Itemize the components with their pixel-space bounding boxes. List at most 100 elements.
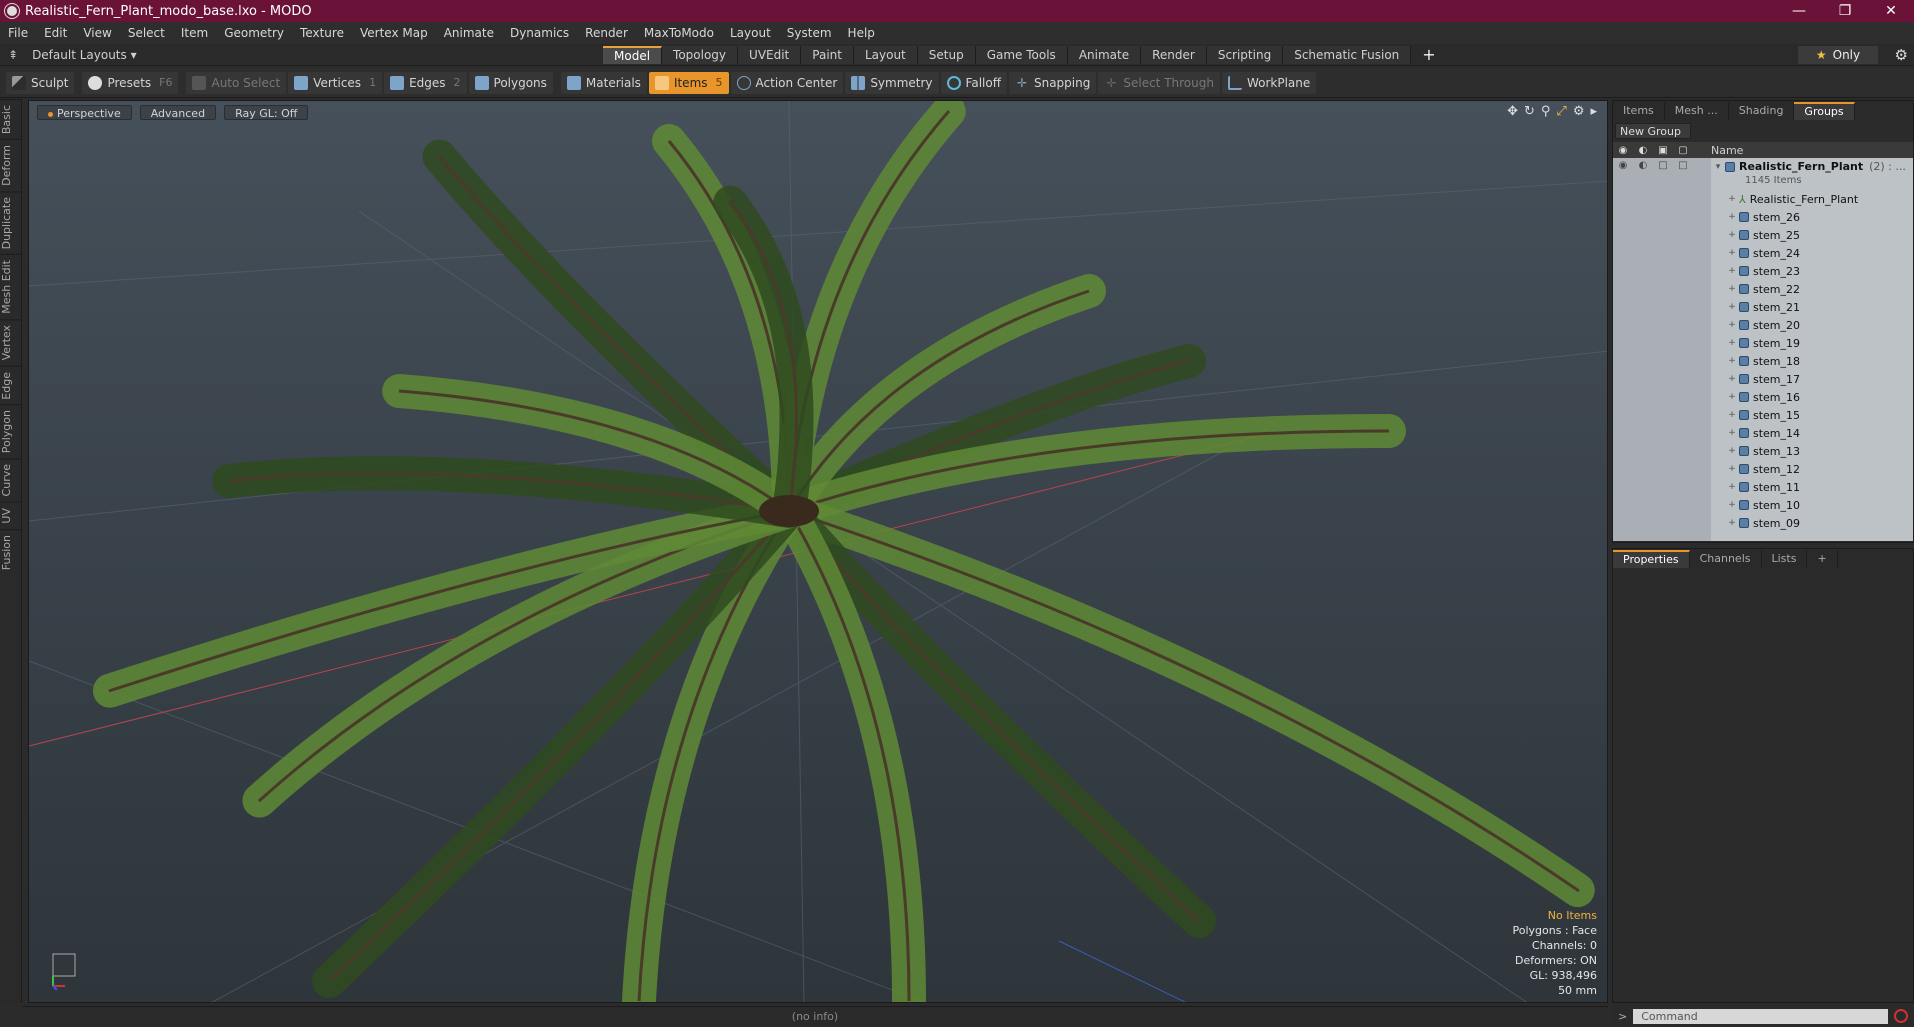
presets-button[interactable]: Presets F6 (82, 71, 179, 94)
group-eye-icon[interactable]: ◉ (1613, 160, 1633, 171)
tab-groups[interactable]: Groups (1794, 102, 1855, 120)
rotate-icon[interactable]: ↻ (1524, 104, 1535, 119)
mesh-item-row[interactable]: + stem_15 (1613, 406, 1913, 424)
expand-icon[interactable]: + (1725, 302, 1739, 312)
select-icon[interactable]: ▢ (1673, 145, 1693, 156)
expand-icon[interactable]: + (1725, 410, 1739, 420)
shading-button[interactable]: Advanced (139, 105, 217, 120)
menu-view[interactable]: View (75, 22, 119, 44)
close-button[interactable]: ✕ (1868, 0, 1914, 22)
fit-icon[interactable]: ⤢ (1556, 104, 1566, 119)
mesh-item-row[interactable]: + stem_21 (1613, 298, 1913, 316)
mesh-item-row[interactable]: + stem_22 (1613, 280, 1913, 298)
tab-animate[interactable]: Animate (1067, 46, 1142, 64)
vertices-button[interactable]: Vertices 1 (288, 71, 383, 94)
menu-animate[interactable]: Animate (436, 22, 502, 44)
group-lock-icon[interactable]: □ (1653, 160, 1673, 171)
mesh-item-row[interactable]: + stem_11 (1613, 478, 1913, 496)
3d-viewport[interactable]: Perspective Advanced Ray GL: Off ✥ ↻ ⚲ ⤢… (28, 100, 1608, 1003)
tab-render[interactable]: Render (1141, 46, 1207, 64)
add-panel-tab-icon[interactable]: + (1807, 550, 1838, 568)
menu-help[interactable]: Help (840, 22, 883, 44)
tab-topology[interactable]: Topology (662, 46, 739, 64)
expand-icon[interactable]: + (1725, 212, 1739, 222)
sculpt-button[interactable]: Sculpt (6, 71, 75, 94)
name-column-header[interactable]: Name (1711, 144, 1743, 157)
viewport-expand-icon[interactable]: ▸ (1590, 104, 1597, 119)
symmetry-button[interactable]: Symmetry (845, 71, 939, 94)
tab-lists[interactable]: Lists (1762, 550, 1808, 568)
maximize-button[interactable]: ❐ (1822, 0, 1868, 22)
render-icon[interactable]: ◐ (1633, 145, 1653, 156)
record-macro-icon[interactable] (1894, 1009, 1908, 1023)
gear-icon[interactable]: ⚙ (1895, 46, 1908, 64)
menu-maxtomodo[interactable]: MaxToModo (636, 22, 722, 44)
tab-items[interactable]: Items (1613, 102, 1665, 120)
polygons-button[interactable]: Polygons (468, 71, 553, 94)
action-center-button[interactable]: Action Center (730, 71, 844, 94)
group-render-icon[interactable]: ◐ (1633, 160, 1653, 171)
expand-icon[interactable]: + (1725, 248, 1739, 258)
menu-system[interactable]: System (779, 22, 840, 44)
mesh-item-row[interactable]: + stem_10 (1613, 496, 1913, 514)
menu-select[interactable]: Select (120, 22, 173, 44)
menu-texture[interactable]: Texture (292, 22, 352, 44)
eye-icon[interactable]: ◉ (1613, 145, 1633, 156)
group-row[interactable]: ◉ ◐ □ □ ▾ Realistic_Fern_Plant (2) : ... 1145… (1613, 158, 1913, 190)
menu-item[interactable]: Item (173, 22, 216, 44)
zoom-icon[interactable]: ⚲ (1541, 104, 1551, 119)
pan-icon[interactable]: ✥ (1507, 104, 1518, 119)
mesh-item-row[interactable]: + stem_14 (1613, 424, 1913, 442)
expand-icon[interactable]: + (1725, 320, 1739, 330)
vtab-polygon[interactable]: Polygon (0, 404, 22, 459)
expand-icon[interactable]: + (1725, 446, 1739, 456)
expand-icon[interactable]: + (1725, 482, 1739, 492)
tab-setup[interactable]: Setup (917, 46, 976, 64)
view-mode-button[interactable]: Perspective (37, 105, 132, 120)
vtab-duplicate[interactable]: Duplicate (0, 191, 22, 255)
group-select-icon[interactable]: □ (1673, 160, 1693, 171)
mesh-item-row[interactable]: + stem_13 (1613, 442, 1913, 460)
viewport-settings-icon[interactable]: ⚙ (1573, 104, 1585, 119)
expand-icon[interactable]: + (1725, 284, 1739, 294)
expand-icon[interactable]: + (1725, 500, 1739, 510)
expand-icon[interactable]: + (1725, 428, 1739, 438)
lock-icon[interactable]: ▣ (1653, 145, 1673, 156)
mesh-item-row[interactable]: + stem_18 (1613, 352, 1913, 370)
vtab-fusion[interactable]: Fusion (0, 528, 22, 575)
mesh-item-row[interactable]: + stem_23 (1613, 262, 1913, 280)
vtab-mesh-edit[interactable]: Mesh Edit (0, 254, 22, 320)
new-group-button[interactable]: New Group (1615, 123, 1691, 139)
vtab-curve[interactable]: Curve (0, 458, 22, 502)
tab-uvedit[interactable]: UVEdit (738, 46, 802, 64)
vtab-deform[interactable]: Deform (0, 139, 22, 192)
edges-button[interactable]: Edges 2 (384, 71, 467, 94)
expand-icon[interactable]: + (1725, 356, 1739, 366)
vtab-uv[interactable]: UV (0, 501, 22, 529)
add-tab-icon[interactable]: + (1411, 46, 1446, 64)
select-through-button[interactable]: ✛ Select Through (1098, 71, 1220, 94)
auto-select-button[interactable]: Auto Select (186, 71, 287, 94)
collapse-icon[interactable]: ▾ (1711, 162, 1725, 172)
tab-schematic-fusion[interactable]: Schematic Fusion (1283, 46, 1412, 64)
vtab-basic[interactable]: Basic (0, 99, 22, 140)
falloff-button[interactable]: Falloff (940, 71, 1007, 94)
menu-vertex-map[interactable]: Vertex Map (352, 22, 436, 44)
expand-icon[interactable]: + (1725, 338, 1739, 348)
mesh-item-row[interactable]: + stem_09 (1613, 514, 1913, 532)
items-button[interactable]: Items 5 (648, 71, 729, 94)
mesh-item-row[interactable]: + stem_19 (1613, 334, 1913, 352)
expand-icon[interactable]: + (1725, 374, 1739, 384)
expand-icon[interactable]: + (1725, 518, 1739, 528)
vtab-edge[interactable]: Edge (0, 365, 22, 405)
expand-icon[interactable]: + (1725, 194, 1739, 204)
menu-geometry[interactable]: Geometry (216, 22, 292, 44)
expand-icon[interactable]: + (1725, 266, 1739, 276)
menu-file[interactable]: File (0, 22, 36, 44)
materials-button[interactable]: Materials (560, 71, 647, 94)
tab-paint[interactable]: Paint (801, 46, 854, 64)
expand-icon[interactable]: + (1725, 230, 1739, 240)
snapping-button[interactable]: ✛ Snapping (1008, 71, 1097, 94)
mesh-item-row[interactable]: + stem_12 (1613, 460, 1913, 478)
tab-game-tools[interactable]: Game Tools (975, 46, 1068, 64)
